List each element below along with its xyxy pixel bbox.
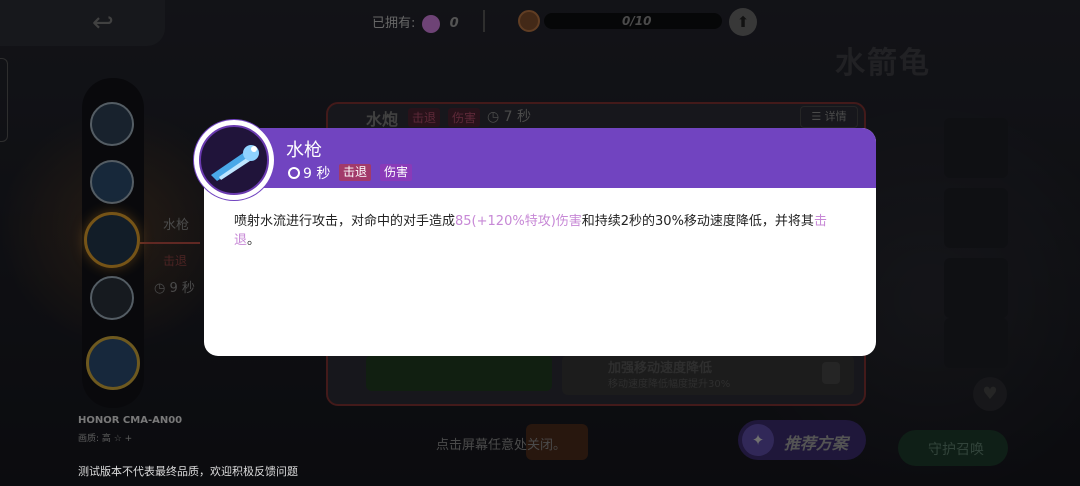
desc-text-3: 。 [247,233,261,248]
skill-description: 喷射水流进行攻击，对命中的对手造成85(+120%特攻)伤害和持续2秒的30%移… [234,212,846,250]
modal-cooldown-value: 9 秒 [303,166,331,182]
tag-knockback: 击退 [339,164,372,181]
desc-text-1: 喷射水流进行攻击，对命中的对手造成 [234,214,456,229]
clock-icon [288,167,300,179]
modal-title: 水枪 [286,140,322,161]
skill-avatar [194,120,274,200]
skill-info-modal: 水枪 9 秒 击退 伤害 喷射水流进行攻击，对命中的对手造成85(+120%特攻… [204,128,876,356]
disclaimer: 测试版本不代表最终品质，欢迎积极反馈问题 [78,465,298,478]
modal-cooldown: 9 秒 [288,163,330,183]
desc-text-2: 和持续2秒的30%移动速度降低，并将其 [581,214,814,229]
desc-highlight-damage: 85(+120%特攻)伤害 [455,214,582,229]
water-gun-icon [199,125,269,195]
modal-header: 水枪 9 秒 击退 伤害 [204,128,876,188]
tag-damage: 伤害 [380,164,413,181]
